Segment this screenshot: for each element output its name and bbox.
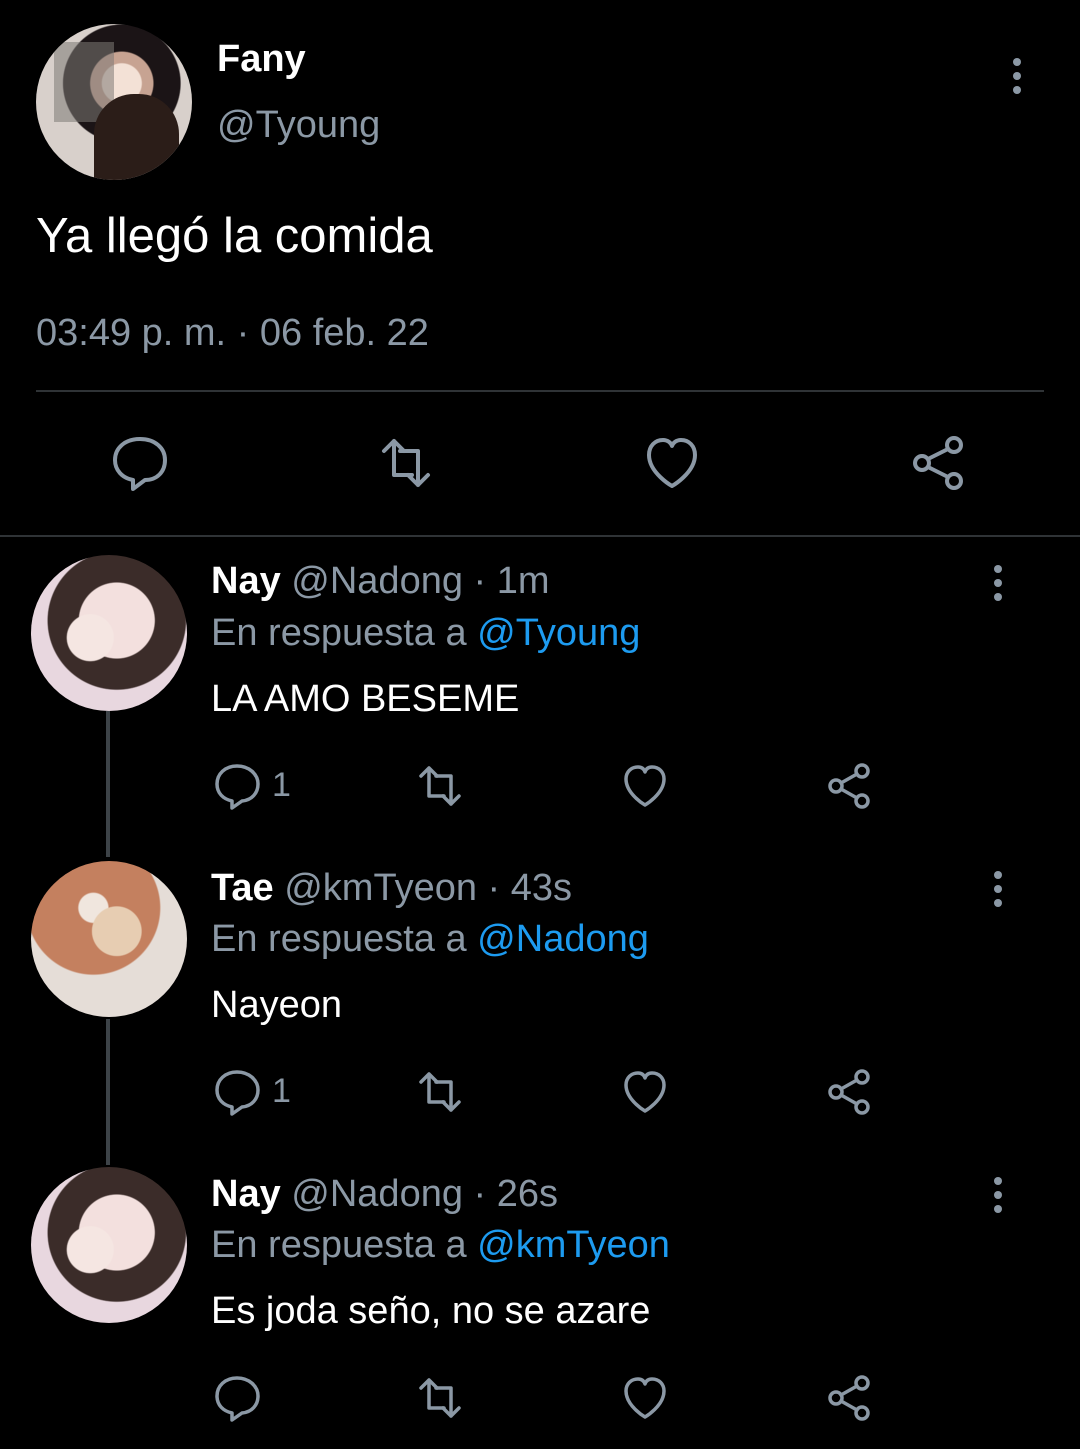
thread-line xyxy=(106,1019,110,1165)
avatar[interactable] xyxy=(31,1167,187,1323)
reply-icon[interactable] xyxy=(108,431,172,495)
reply-handle[interactable]: @Nadong xyxy=(291,560,463,602)
avatar[interactable] xyxy=(31,555,187,711)
like-icon[interactable] xyxy=(618,759,672,813)
reply-prefix: En respuesta a xyxy=(211,1224,467,1266)
reply-display-name[interactable]: Nay xyxy=(211,560,281,602)
avatar[interactable] xyxy=(36,24,192,180)
retweet-icon[interactable] xyxy=(374,431,438,495)
reply-time: · 43s xyxy=(487,867,573,909)
tweet-text: Ya llegó la comida xyxy=(36,209,433,263)
reply-icon[interactable] xyxy=(210,1371,264,1425)
like-icon[interactable] xyxy=(618,1065,672,1119)
like-icon[interactable] xyxy=(618,1371,672,1425)
reply-icon[interactable] xyxy=(210,759,264,813)
reply-text: Es joda seño, no se azare xyxy=(211,1290,651,1332)
reply-time: · 1m xyxy=(473,560,550,602)
tweet-divider xyxy=(36,390,1044,392)
reply-handle[interactable]: @kmTyeon xyxy=(284,867,477,909)
main-display-name[interactable]: Fany xyxy=(217,38,306,81)
more-vertical-icon[interactable] xyxy=(1001,56,1033,96)
share-icon[interactable] xyxy=(822,1371,876,1425)
reply-prefix: En respuesta a xyxy=(211,918,467,960)
reply-header: Nay @Nadong · 26s xyxy=(211,1173,558,1216)
more-vertical-icon[interactable] xyxy=(982,1175,1014,1215)
reply-count: 1 xyxy=(272,1072,291,1110)
more-vertical-icon[interactable] xyxy=(982,869,1014,909)
reply-display-name[interactable]: Tae xyxy=(211,867,274,909)
section-divider xyxy=(0,535,1080,537)
reply-header: Tae @kmTyeon · 43s xyxy=(211,867,572,910)
mention-link[interactable]: @Nadong xyxy=(477,918,649,960)
share-icon[interactable] xyxy=(906,431,970,495)
share-icon[interactable] xyxy=(822,759,876,813)
mention-link[interactable]: @Tyoung xyxy=(477,612,640,654)
avatar[interactable] xyxy=(31,861,187,1017)
like-icon[interactable] xyxy=(640,431,704,495)
reply-time: · 26s xyxy=(473,1173,559,1215)
reply-context: En respuesta a @kmTyeon xyxy=(211,1224,670,1267)
thread-line xyxy=(106,711,110,857)
reply-count: 1 xyxy=(272,766,291,804)
reply-prefix: En respuesta a xyxy=(211,612,467,654)
reply-header: Nay @Nadong · 1m xyxy=(211,560,550,603)
main-handle[interactable]: @Tyoung xyxy=(217,104,380,147)
tweet-timestamp: 03:49 p. m. · 06 feb. 22 xyxy=(36,312,429,354)
reply-handle[interactable]: @Nadong xyxy=(291,1173,463,1215)
share-icon[interactable] xyxy=(822,1065,876,1119)
reply-icon[interactable] xyxy=(210,1065,264,1119)
retweet-icon[interactable] xyxy=(413,759,467,813)
more-vertical-icon[interactable] xyxy=(982,563,1014,603)
reply-display-name[interactable]: Nay xyxy=(211,1173,281,1215)
reply-text: Nayeon xyxy=(211,984,342,1026)
retweet-icon[interactable] xyxy=(413,1371,467,1425)
mention-link[interactable]: @kmTyeon xyxy=(477,1224,670,1266)
reply-text: LA AMO BESEME xyxy=(211,678,520,720)
reply-context: En respuesta a @Tyoung xyxy=(211,612,640,655)
retweet-icon[interactable] xyxy=(413,1065,467,1119)
reply-context: En respuesta a @Nadong xyxy=(211,918,649,961)
